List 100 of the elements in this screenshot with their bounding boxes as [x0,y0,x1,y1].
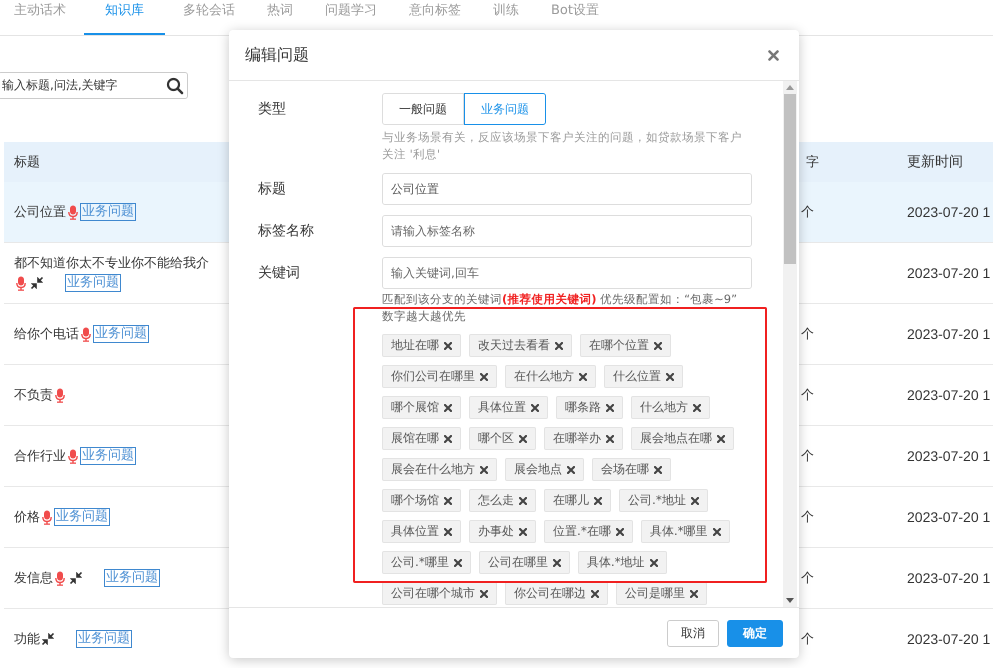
table-cell: 2023-07-20 1 [907,265,990,281]
remove-icon[interactable] [579,372,587,380]
keyword-text: 具体.*哪里 [650,523,708,540]
keyword-text: 在什么地方 [514,368,574,385]
keyword-text: 公司是哪里 [625,585,685,602]
remove-icon[interactable] [666,372,674,380]
nav-tab[interactable]: 知识库 [84,0,165,35]
input-field[interactable]: 输入关键词,回车 [382,257,752,289]
remove-icon[interactable] [555,342,563,350]
remove-icon[interactable] [616,528,624,536]
keyword-text: 展馆在哪 [391,430,439,447]
business-tag: 业务问题 [54,508,110,526]
search-icon[interactable] [166,76,184,94]
keyword-text: 地址在哪 [391,337,439,354]
remove-icon[interactable] [444,434,452,442]
nav-tab[interactable]: 多轮会话 [169,0,249,35]
table-cell: 2023-07-20 1 [907,204,990,220]
keyword-text: 办事处 [478,523,514,540]
remove-icon[interactable] [690,590,698,598]
keyword-text: 什么地方 [640,399,688,416]
remove-icon[interactable] [480,372,488,380]
table-cell: 个 [801,205,814,220]
remove-icon[interactable] [712,528,721,536]
remove-icon[interactable] [654,466,662,474]
keyword-text: 改天过去看看 [478,337,550,354]
remove-icon[interactable] [717,434,725,442]
keyword-text: 公司.*地址 [628,492,686,509]
question-title: 公司位置 [14,204,66,221]
nav-tab[interactable]: 主动话术 [0,0,80,35]
column-header: 标题 [14,155,40,170]
keyword-text: 具体位置 [478,399,526,416]
cancel-button[interactable]: 取消 [667,620,719,646]
question-title: 都不知道你太不专业你不能给我介 [14,255,209,272]
remove-icon[interactable] [444,528,452,536]
remove-icon[interactable] [519,528,527,536]
keyword-text: 在哪儿 [553,492,589,509]
scrollbar[interactable] [783,81,797,607]
table-cell: 个 [801,510,814,525]
keyword-text: 你们公司在哪里 [391,368,475,385]
remove-icon[interactable] [591,590,599,598]
remove-icon[interactable] [567,466,575,474]
remove-icon[interactable] [444,404,452,412]
table-cell: 2023-07-20 1 [907,387,990,403]
remove-icon[interactable] [654,342,662,350]
confirm-button[interactable]: 确定 [727,620,783,646]
remove-icon[interactable] [480,590,488,598]
remove-icon[interactable] [690,496,699,504]
type-option[interactable]: 一般问题 [382,93,464,125]
remove-icon[interactable] [606,404,614,412]
remove-icon[interactable] [531,404,539,412]
column-header: 字 [805,155,819,170]
table-cell: 2023-07-20 1 [907,631,990,647]
question-title: 发信息 [14,570,53,587]
business-tag: 业务问题 [93,325,149,343]
table-cell: 2023-07-20 1 [907,448,990,464]
keyword-text: 具体位置 [391,523,439,540]
search-field[interactable]: 输入标题,问法,关键字 [0,72,188,98]
business-tag: 业务问题 [76,630,132,648]
keyword-text: 公司在哪里 [488,554,548,571]
remove-icon[interactable] [552,558,561,566]
dialog-title: 编辑问题 [245,44,309,66]
table-cell: 2023-07-20 1 [907,326,990,342]
keyword-text: 展会地点在哪 [640,430,712,447]
remove-icon[interactable] [444,496,452,504]
remove-icon[interactable] [454,558,462,566]
keyword-text: 公司.*哪里 [391,554,449,571]
remove-icon[interactable] [444,342,452,350]
field-label: 类型 [258,100,287,119]
table-cell: 2023-07-20 1 [907,570,990,586]
close-icon[interactable] [768,50,779,60]
question-title: 不负责 [14,387,53,404]
business-tag: 业务问题 [80,447,136,465]
keyword-text: 你公司在哪边 [514,585,586,602]
remove-icon[interactable] [606,434,614,442]
remove-icon[interactable] [693,404,701,412]
keyword-text: 哪条路 [565,399,601,416]
keyword-text: 会场在哪 [601,461,649,478]
question-title: 给你个电话 [14,326,79,343]
keyword-text: 怎么走 [478,492,514,509]
table-cell: 个 [801,571,814,586]
input-field[interactable]: 请输入标签名称 [382,215,752,247]
remove-icon[interactable] [519,434,527,442]
keyword-text: 具体.*地址 [586,554,645,571]
business-tag: 业务问题 [65,274,121,292]
column-header: 更新时间 [907,153,963,169]
table-cell: 个 [801,388,814,403]
business-tag: 业务问题 [80,203,136,221]
type-option[interactable]: 业务问题 [464,93,546,125]
input-field[interactable]: 公司位置 [382,173,752,205]
keyword-text: 什么位置 [613,368,661,385]
remove-icon[interactable] [650,558,658,566]
keyword-text: 公司在哪个城市 [391,585,475,602]
question-title: 合作行业 [14,448,66,465]
keyword-text: 展会地点 [514,461,562,478]
remove-icon[interactable] [519,496,527,504]
field-label: 标签名称 [258,222,315,241]
scroll-down-arrow-icon[interactable] [786,598,794,603]
hint-text: 与业务场景有关，反应该场景下客户关注的问题，如贷款场景下客户关注 '利息' [382,129,743,163]
remove-icon[interactable] [594,496,602,504]
remove-icon[interactable] [480,466,488,474]
